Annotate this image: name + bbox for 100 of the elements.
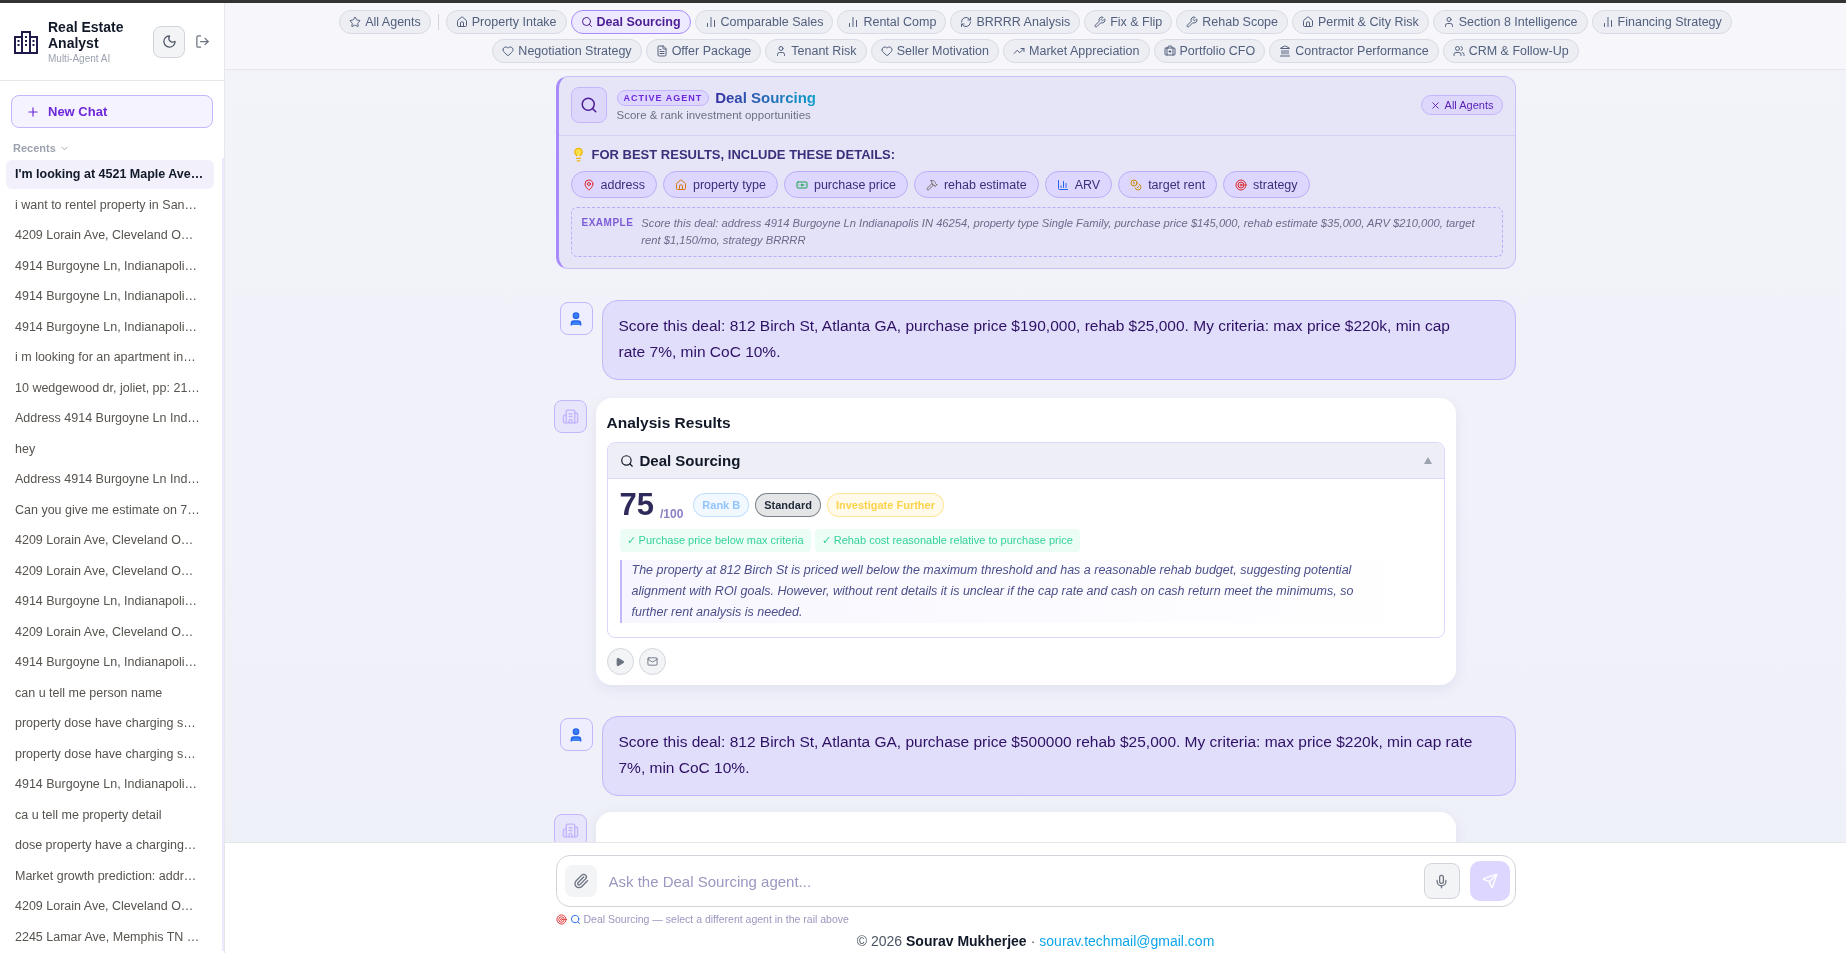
user-message: Score this deal: 812 Birch St, Atlanta GA, purchase price $190,000, rehab $25,000. My criteria: max price $220k, min cap rate 7%, min CoC 10%. [601, 300, 1516, 380]
agent-tab[interactable]: Contractor Performance [1269, 39, 1439, 63]
chat-history-item[interactable]: i m looking for an apartment in… [6, 343, 214, 372]
detail-chip[interactable]: target rent [1118, 171, 1218, 198]
document-icon [655, 45, 668, 57]
example-text: Score this deal: address 4914 Burgoyne Ln Indianapolis IN 46254, property type Single Family, purchase price $145,000, rehab estimate $35,000, ARV $210,000, target rent $1,150/mo, strategy BRRRR [641, 216, 1476, 248]
banknote-icon [795, 178, 808, 191]
microphone-button[interactable] [1423, 863, 1460, 899]
message-composer[interactable]: Ask the Deal Sourcing agent... [555, 855, 1516, 907]
logout-button[interactable] [193, 32, 212, 51]
agent-tab[interactable]: Permit & City Risk [1292, 10, 1429, 34]
detail-chip[interactable]: rehab estimate [913, 171, 1039, 198]
section-title: Deal Sourcing [639, 452, 742, 469]
agent-tab[interactable]: Section 8 Intelligence [1432, 10, 1588, 34]
collapse-icon[interactable] [1423, 457, 1432, 464]
chat-history-item[interactable]: I'm looking at 4521 Maple Ave… [6, 160, 214, 189]
section-header[interactable]: Deal Sourcing [607, 443, 1444, 479]
briefcase-icon [1163, 45, 1176, 57]
chat-history-item[interactable]: 4209 Lorain Ave, Cleveland O… [6, 617, 214, 646]
chat-history-item[interactable]: 4914 Burgoyne Ln, Indianapoli… [6, 587, 214, 616]
house-icon [675, 178, 687, 191]
chat-history-item[interactable]: can u tell me person name [6, 678, 214, 707]
search-icon [569, 913, 581, 925]
status-tag: Standard [755, 493, 821, 517]
play-button[interactable] [606, 648, 634, 675]
chat-history-item[interactable]: 2245 Lamar Ave, Memphis TN … [6, 922, 214, 951]
recents-label: Recents [13, 142, 56, 154]
bank-icon [1279, 45, 1292, 57]
email-button[interactable] [638, 648, 666, 675]
agent-tab[interactable]: Fix & Flip [1084, 10, 1173, 34]
target-icon [1235, 178, 1248, 191]
bar-chart-icon [847, 16, 860, 28]
author-name: Sourav Mukherjee [906, 933, 1027, 949]
chat-history-item[interactable]: 4914 Burgoyne Ln, Indianapoli… [6, 648, 214, 677]
agent-tab[interactable]: Negotiation Strategy [492, 39, 642, 63]
agent-tab[interactable]: Rehab Scope [1176, 10, 1289, 34]
chat-history-item[interactable]: Address 4914 Burgoyne Ln Ind… [6, 465, 214, 494]
agent-tab[interactable]: CRM & Follow-Up [1442, 39, 1579, 63]
user-avatar [559, 718, 593, 751]
agent-tab[interactable]: Rental Comp [837, 10, 947, 34]
chat-history-item[interactable]: 4209 Lorain Ave, Cleveland O… [6, 556, 214, 585]
agent-tab[interactable]: Market Appreciation [1003, 39, 1150, 63]
chat-history-item[interactable]: Address 4914 Burgoyne Ln Ind… [6, 404, 214, 433]
agent-tab[interactable]: BRRRR Analysis [950, 10, 1081, 34]
detail-chip[interactable]: strategy [1223, 171, 1310, 198]
chat-history-item[interactable]: Can you give me estimate on 7… [6, 495, 214, 524]
close-icon [1429, 99, 1441, 111]
example-label: EXAMPLE [581, 216, 634, 230]
agent-tab[interactable]: Financing Strategy [1591, 10, 1732, 34]
chat-history-item[interactable]: hey [6, 434, 214, 463]
detail-chip[interactable]: purchase price [783, 171, 908, 198]
plus-icon [26, 104, 40, 119]
agent-tab[interactable]: Offer Package [645, 39, 762, 63]
agent-icon [570, 87, 607, 123]
chat-history-item[interactable]: property dose have charging s… [6, 709, 214, 738]
hammer-icon [925, 178, 938, 191]
agent-tab[interactable]: Comparable Sales [694, 10, 834, 34]
agent-description: Score & rank investment opportunities [616, 109, 812, 121]
chat-history-item[interactable]: 4914 Burgoyne Ln, Indianapoli… [6, 282, 214, 311]
chat-history-item[interactable]: 4914 Burgoyne Ln, Indianapoli… [6, 251, 214, 280]
search-icon [619, 453, 634, 468]
new-chat-button[interactable]: New Chat [11, 95, 213, 128]
send-icon [1481, 873, 1498, 889]
chat-history-item[interactable]: property dose have charging s… [6, 739, 214, 768]
agent-tab[interactable]: Property Intake [445, 10, 567, 34]
agent-tab[interactable]: Tenant Risk [765, 39, 867, 63]
user-message: Score this deal: 812 Birch St, Atlanta GA, purchase price $500000 rehab $25,000. My criteria: max price $220k, min cap rate 7%, min CoC 10%. [601, 716, 1516, 796]
wrench-icon [1186, 16, 1199, 28]
bar-chart-icon [1056, 178, 1069, 191]
chat-history-item[interactable]: i want to rentel property in San… [6, 190, 214, 219]
chat-history-item[interactable]: 4914 Burgoyne Ln, Indianapoli… [6, 770, 214, 799]
chat-history-item[interactable]: 4914 Burgoyne Ln, Indianapoli… [6, 312, 214, 341]
attach-button[interactable] [564, 865, 597, 897]
criteria-tag: ✓ Purchase price below max criteria [619, 529, 811, 552]
agent-tab[interactable]: Seller Motivation [870, 39, 1000, 63]
search-icon [580, 16, 593, 28]
detail-chip[interactable]: property type [663, 171, 778, 198]
theme-toggle-button[interactable] [153, 25, 185, 58]
chat-history-item[interactable]: 4209 Lorain Ave, Cleveland O… [6, 526, 214, 555]
chat-history-item[interactable]: 4209 Lorain Ave, Cleveland O… [6, 892, 214, 921]
agent-tab[interactable]: Deal Sourcing [570, 10, 691, 34]
chat-history-item[interactable]: dose property have a charging… [6, 831, 214, 860]
detail-chip[interactable]: address [570, 171, 657, 198]
detail-chip[interactable]: ARV [1044, 171, 1113, 198]
star-icon [349, 16, 362, 28]
criteria-tag: ✓ Rehab cost reasonable relative to purchase price [814, 529, 1080, 552]
chat-history-item[interactable]: 10 wedgewood dr, joliet, pp: 21… [6, 373, 214, 402]
chat-history-item[interactable]: Market growth prediction: addr… [6, 861, 214, 890]
heart-icon [502, 45, 515, 57]
bar-chart-icon [1601, 16, 1614, 28]
person-icon [1442, 16, 1455, 28]
separator-dot: · [1030, 933, 1036, 949]
agent-tab[interactable]: Portfolio CFO [1153, 39, 1266, 63]
agent-tab[interactable]: All Agents [339, 10, 431, 34]
wrench-icon [1094, 16, 1107, 28]
chat-history-item[interactable]: 4209 Lorain Ave, Cleveland O… [6, 221, 214, 250]
chat-history-item[interactable]: ca u tell me property detail [6, 800, 214, 829]
result-title: Analysis Results [606, 414, 732, 432]
assistant-avatar [553, 814, 587, 842]
all-agents-button[interactable]: All Agents [1420, 95, 1503, 115]
